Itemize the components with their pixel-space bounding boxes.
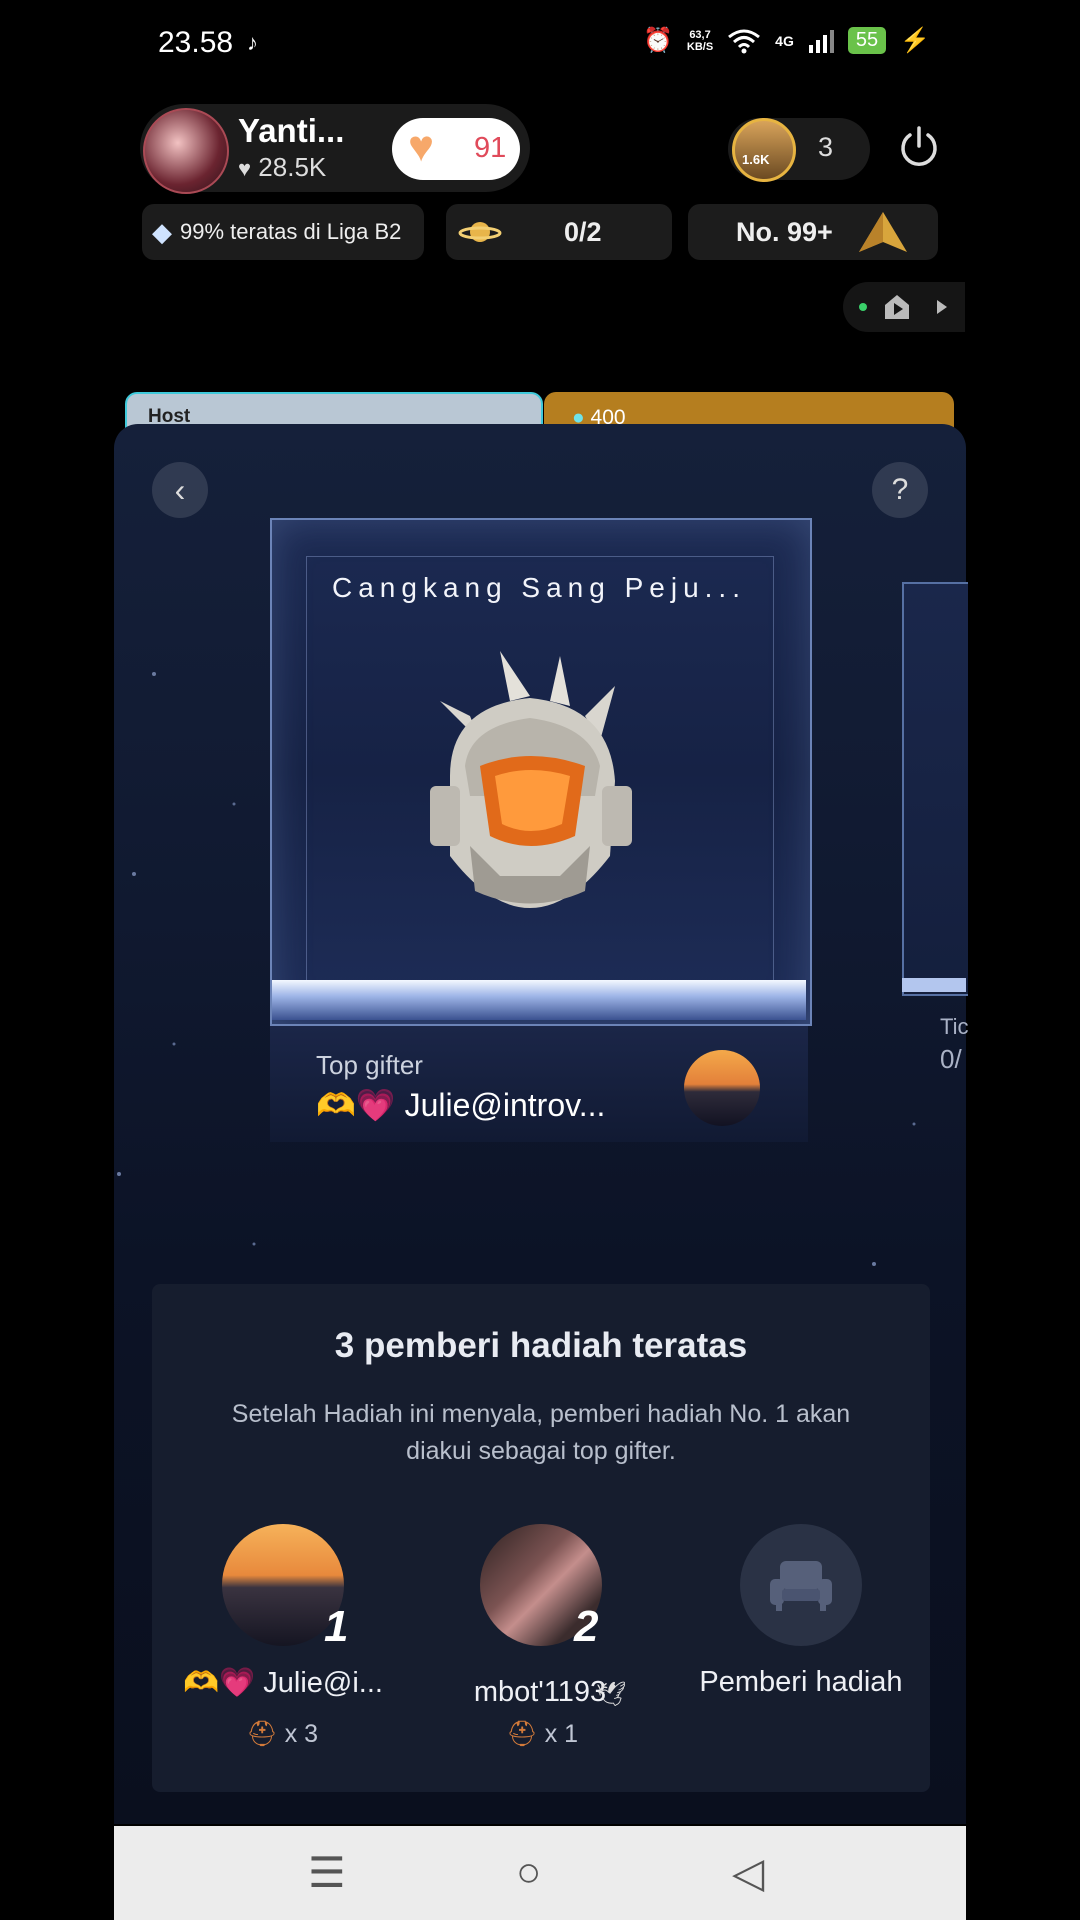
next-gift-count: 0/ xyxy=(940,1044,962,1074)
back-triangle-icon[interactable]: ◁ xyxy=(732,1848,764,1897)
viewer-avatar-badge: 1.6K xyxy=(742,152,770,167)
planet-icon xyxy=(458,217,502,247)
rank-triangle-icon xyxy=(857,210,909,254)
like-count: 91 xyxy=(474,132,507,164)
showcase-floor xyxy=(272,980,806,1020)
top-gifter-avatar[interactable] xyxy=(684,1050,760,1126)
bird-emoji-icon: 🕊 xyxy=(596,1681,627,1708)
top-gifter-name: 🫶💗 Julie@introv... xyxy=(316,1087,606,1123)
top-gifters-description: Setelah Hadiah ini menyala, pemberi hadi… xyxy=(231,1400,851,1465)
back-button[interactable]: ‹ xyxy=(152,462,208,518)
wifi-icon xyxy=(727,28,761,54)
rank-2-gift-count: ⛑ x 1 xyxy=(506,1720,579,1748)
host-likes: ♥ 28.5K xyxy=(238,152,327,182)
network-type: 4G xyxy=(775,32,794,49)
alarm-icon: ⏰ xyxy=(643,27,673,54)
rank-3-empty-avatar[interactable] xyxy=(740,1524,862,1646)
helmet-gift-icon: ⛑ xyxy=(506,1720,538,1748)
gift-title: Cangkang Sang Peju... xyxy=(332,572,746,603)
signal-icon xyxy=(808,29,834,53)
heart-icon: ♥ xyxy=(238,156,252,181)
help-button[interactable]: ? xyxy=(872,462,928,518)
next-gift-label: Tic xyxy=(940,1014,969,1039)
host-name[interactable]: Yanti... xyxy=(238,112,344,150)
network-speed: 63,7 KB/S xyxy=(686,28,714,53)
sofa-icon xyxy=(768,1557,834,1613)
heart-icon: ♥ xyxy=(408,122,435,171)
next-gift-floor xyxy=(902,978,966,992)
viewer-avatar[interactable] xyxy=(732,118,796,182)
top-gifters-title: 3 pemberi hadiah teratas xyxy=(334,1326,748,1365)
rank-1-gift-count: ⛑ x 3 xyxy=(246,1720,319,1748)
next-gift-showcase[interactable] xyxy=(902,582,968,996)
host-avatar[interactable] xyxy=(143,108,229,194)
planet-progress-badge[interactable]: 0/2 xyxy=(446,204,672,260)
home-circle-icon[interactable]: ○ xyxy=(516,1848,541,1896)
diamond-icon: ◆ xyxy=(152,216,172,247)
charging-icon: ⚡ xyxy=(900,27,930,54)
helmet-gift-icon xyxy=(410,646,650,916)
tiktok-notification-icon: ♪ xyxy=(247,30,258,55)
rank-1-number: 1 xyxy=(324,1602,349,1651)
viewer-count[interactable]: 3 xyxy=(818,132,833,163)
rank-1-name: 🫶💗 Julie@i... xyxy=(183,1667,383,1699)
rank-3-placeholder: Pemberi hadiah xyxy=(699,1666,903,1698)
rank-badge[interactable]: No. 99+ xyxy=(688,204,938,260)
battery-indicator: 55 xyxy=(847,27,887,54)
rank-2-number: 2 xyxy=(574,1602,599,1651)
menu-icon[interactable]: ☰ xyxy=(308,1848,346,1897)
power-icon[interactable] xyxy=(896,124,942,170)
helmet-gift-icon: ⛑ xyxy=(246,1720,278,1748)
status-time: 23.58 xyxy=(158,26,234,59)
chevron-left-icon: ‹ xyxy=(174,471,186,508)
status-icons: ⏰ 63,7 KB/S 4G 55 ⚡ xyxy=(643,26,930,55)
mini-control-panel[interactable] xyxy=(843,282,965,332)
question-icon: ? xyxy=(891,473,909,506)
league-badge[interactable]: ◆ 99% teratas di Liga B2 xyxy=(142,204,424,260)
top-gifter-label: Top gifter xyxy=(316,1050,423,1080)
